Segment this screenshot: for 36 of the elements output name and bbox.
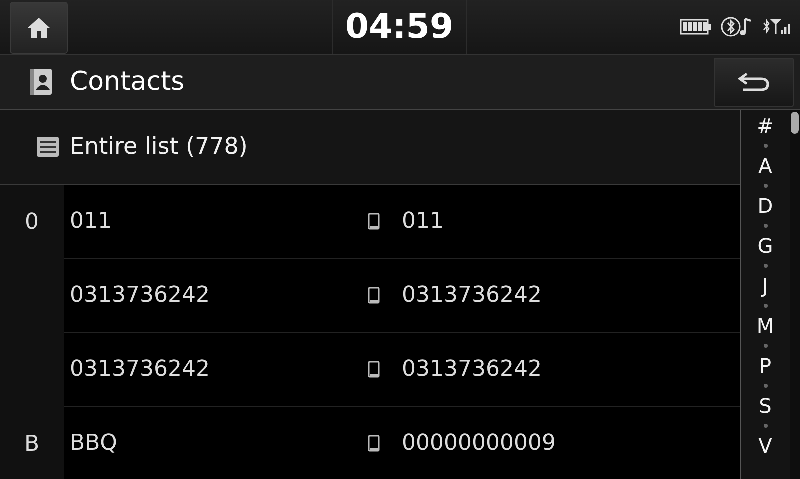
bluetooth-audio-icon — [720, 16, 754, 38]
index-letter[interactable]: J — [762, 276, 768, 296]
index-letter[interactable]: M — [756, 316, 774, 336]
phone-number: 00000000009 — [402, 431, 556, 456]
phone-icon — [368, 361, 380, 378]
phone-number: 0313736242 — [402, 283, 542, 308]
phone-icon — [368, 435, 380, 452]
home-button[interactable] — [10, 2, 68, 54]
contact-name[interactable]: 0313736242 — [70, 283, 210, 308]
battery-icon — [680, 19, 712, 35]
phone-number: 011 — [402, 209, 444, 234]
index-letter[interactable]: # — [757, 116, 774, 136]
group-letter: 0 — [25, 210, 39, 234]
home-icon — [27, 16, 51, 40]
index-letter[interactable]: A — [758, 156, 772, 176]
index-letter[interactable]: V — [758, 436, 772, 456]
phone-number: 0313736242 — [402, 357, 542, 382]
back-icon — [737, 71, 771, 93]
index-letter[interactable]: G — [758, 236, 774, 256]
contact-name[interactable]: BBQ — [70, 431, 118, 456]
bluetooth-signal-icon — [762, 18, 792, 36]
back-button[interactable] — [714, 58, 794, 106]
index-letter[interactable]: D — [758, 196, 774, 216]
scrollbar-thumb[interactable] — [791, 112, 799, 134]
list-icon — [36, 135, 60, 159]
index-letter[interactable]: S — [759, 396, 772, 416]
clock: 04:59 — [333, 0, 467, 54]
phone-icon — [368, 287, 380, 304]
contact-name[interactable]: 011 — [70, 209, 112, 234]
list-filter-label: Entire list (778) — [70, 134, 248, 160]
group-letter: B — [24, 432, 40, 456]
screen-title: Contacts — [70, 67, 186, 97]
phone-icon — [368, 213, 380, 230]
index-letter[interactable]: P — [759, 356, 772, 376]
contact-name[interactable]: 0313736242 — [70, 357, 210, 382]
contacts-book-icon — [28, 68, 54, 96]
